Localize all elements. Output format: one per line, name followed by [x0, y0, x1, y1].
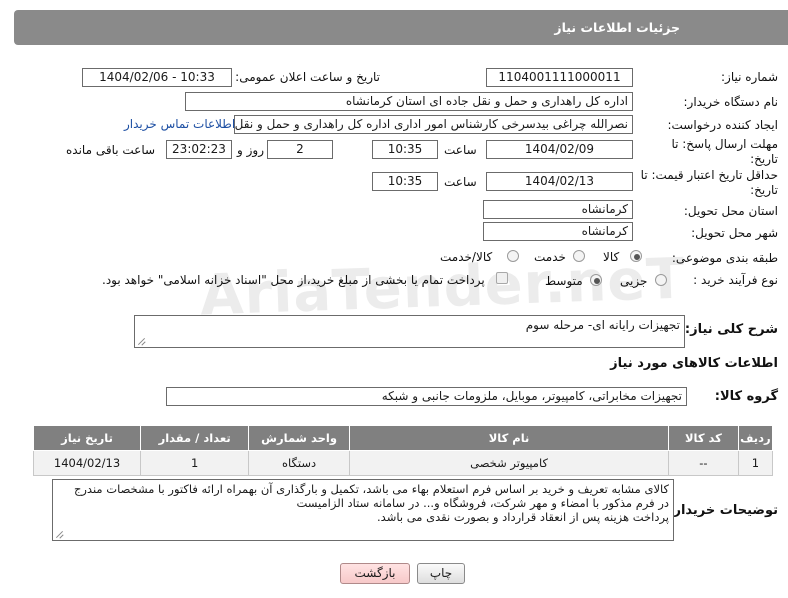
cell-row-number: 1 — [737, 450, 774, 476]
category-radio-service[interactable] — [573, 250, 585, 262]
reply-time-field[interactable]: 10:35 — [372, 140, 438, 159]
process-label: نوع فرآیند خرید : — [693, 273, 778, 287]
need-number-field[interactable]: 1104001111000011 — [486, 68, 633, 87]
buyer-org-field[interactable]: اداره کل راهداری و حمل و نقل جاده ای است… — [185, 92, 633, 111]
process-radio-minor[interactable] — [655, 274, 667, 286]
city-field[interactable]: کرمانشاه — [483, 222, 633, 241]
price-validity-label: حداقل تاریخ اعتبار قیمت: تا تاریخ: — [640, 168, 778, 197]
process-radio-medium[interactable] — [590, 274, 602, 286]
announce-field[interactable]: 1404/02/06 - 10:33 — [82, 68, 232, 87]
goods-group-label: گروه کالا: — [714, 389, 778, 404]
announce-label: تاریخ و ساعت اعلان عمومی: — [235, 70, 380, 84]
page-title: جزئیات اطلاعات نیاز — [554, 20, 680, 35]
price-time-label: ساعت — [444, 175, 477, 189]
remaining-time-field[interactable]: 23:02:23 — [166, 140, 232, 159]
table-header-row: ردیف کد کالا نام کالا واحد شمارش تعداد /… — [32, 425, 774, 451]
cell-unit: دستگاه — [248, 450, 350, 476]
cell-quantity: 1 — [140, 450, 250, 476]
col-header-need-date: تاریخ نیاز — [32, 425, 142, 451]
buyer-notes-line-2: در فرم مذکور با امضاء و مهر شرکت، فروشگا… — [296, 496, 669, 510]
col-header-unit: واحد شمارش — [248, 425, 350, 451]
reply-date-field[interactable]: 1404/02/09 — [486, 140, 633, 159]
province-label: استان محل تحویل: — [683, 204, 778, 218]
reply-time-label: ساعت — [444, 143, 477, 157]
table-row: 1 -- کامپیوتر شخصی دستگاه 1 1404/02/13 — [32, 450, 774, 476]
buyer-notes-line-3: پرداخت هزینه پس از انعقاد قرارداد و بصور… — [377, 510, 669, 524]
price-date-field[interactable]: 1404/02/13 — [486, 172, 633, 191]
col-header-item-code: کد کالا — [668, 425, 739, 451]
goods-group-field[interactable]: تجهیزات مخابراتی، کامپیوتر، موبایل، ملزو… — [166, 387, 687, 406]
province-field[interactable]: کرمانشاه — [483, 200, 633, 219]
general-desc-textarea[interactable]: تجهیزات رایانه ای- مرحله سوم — [134, 315, 685, 348]
col-header-row-number: ردیف — [737, 425, 774, 451]
goods-table: ردیف کد کالا نام کالا واحد شمارش تعداد /… — [32, 425, 774, 476]
resize-grip-icon[interactable] — [137, 337, 145, 345]
process-option-medium: متوسط — [545, 274, 583, 288]
category-radio-goods[interactable] — [630, 250, 642, 262]
buyer-notes-textarea[interactable]: کالای مشابه تعریف و خرید بر اساس فرم است… — [52, 479, 674, 541]
treasury-payment-checkbox[interactable] — [496, 272, 508, 284]
col-header-quantity: تعداد / مقدار — [140, 425, 250, 451]
category-option-goods-service: کالا/خدمت — [440, 250, 493, 264]
print-button[interactable]: چاپ — [417, 563, 465, 584]
treasury-payment-note: پرداخت تمام یا بخشی از مبلغ خرید،از محل … — [102, 273, 485, 287]
general-desc-label: شرح کلی نیاز: — [684, 322, 778, 337]
category-option-goods: کالا — [603, 250, 620, 264]
reply-deadline-label: مهلت ارسال پاسخ: تا تاریخ: — [671, 137, 778, 166]
city-label: شهر محل تحویل: — [691, 226, 778, 240]
page-header: جزئیات اطلاعات نیاز — [14, 10, 788, 45]
goods-info-title: اطلاعات کالاهای مورد نیاز — [610, 356, 778, 371]
buyer-notes-label: توضیحات خریدار: — [668, 503, 778, 518]
need-number-label: شماره نیاز: — [721, 70, 778, 84]
days-field[interactable]: 2 — [267, 140, 333, 159]
creator-field[interactable]: نصرالله چراغی بیدسرخی کارشناس امور اداری… — [234, 115, 633, 134]
category-option-service: خدمت — [534, 250, 566, 264]
back-button[interactable]: بازگشت — [340, 563, 410, 584]
days-label: روز و — [237, 143, 264, 157]
price-time-field[interactable]: 10:35 — [372, 172, 438, 191]
contact-buyer-link[interactable]: اطلاعات تماس خریدار — [124, 117, 235, 131]
category-radio-goods-service[interactable] — [507, 250, 519, 262]
resize-grip-icon[interactable] — [55, 530, 63, 538]
remaining-label: ساعت باقی مانده — [66, 143, 156, 157]
general-desc-text: تجهیزات رایانه ای- مرحله سوم — [525, 318, 680, 332]
buyer-org-label: نام دستگاه خریدار: — [683, 95, 779, 109]
col-header-item-name: نام کالا — [348, 425, 670, 451]
creator-label: ایجاد کننده درخواست: — [667, 118, 778, 132]
process-option-minor: جزیی — [620, 274, 648, 288]
cell-item-code: -- — [668, 450, 739, 476]
cell-need-date: 1404/02/13 — [32, 450, 142, 476]
category-label: طبقه بندی موضوعی: — [671, 251, 778, 265]
cell-item-name: کامپیوتر شخصی — [348, 450, 670, 476]
buyer-notes-line-1: کالای مشابه تعریف و خرید بر اساس فرم است… — [73, 482, 669, 496]
